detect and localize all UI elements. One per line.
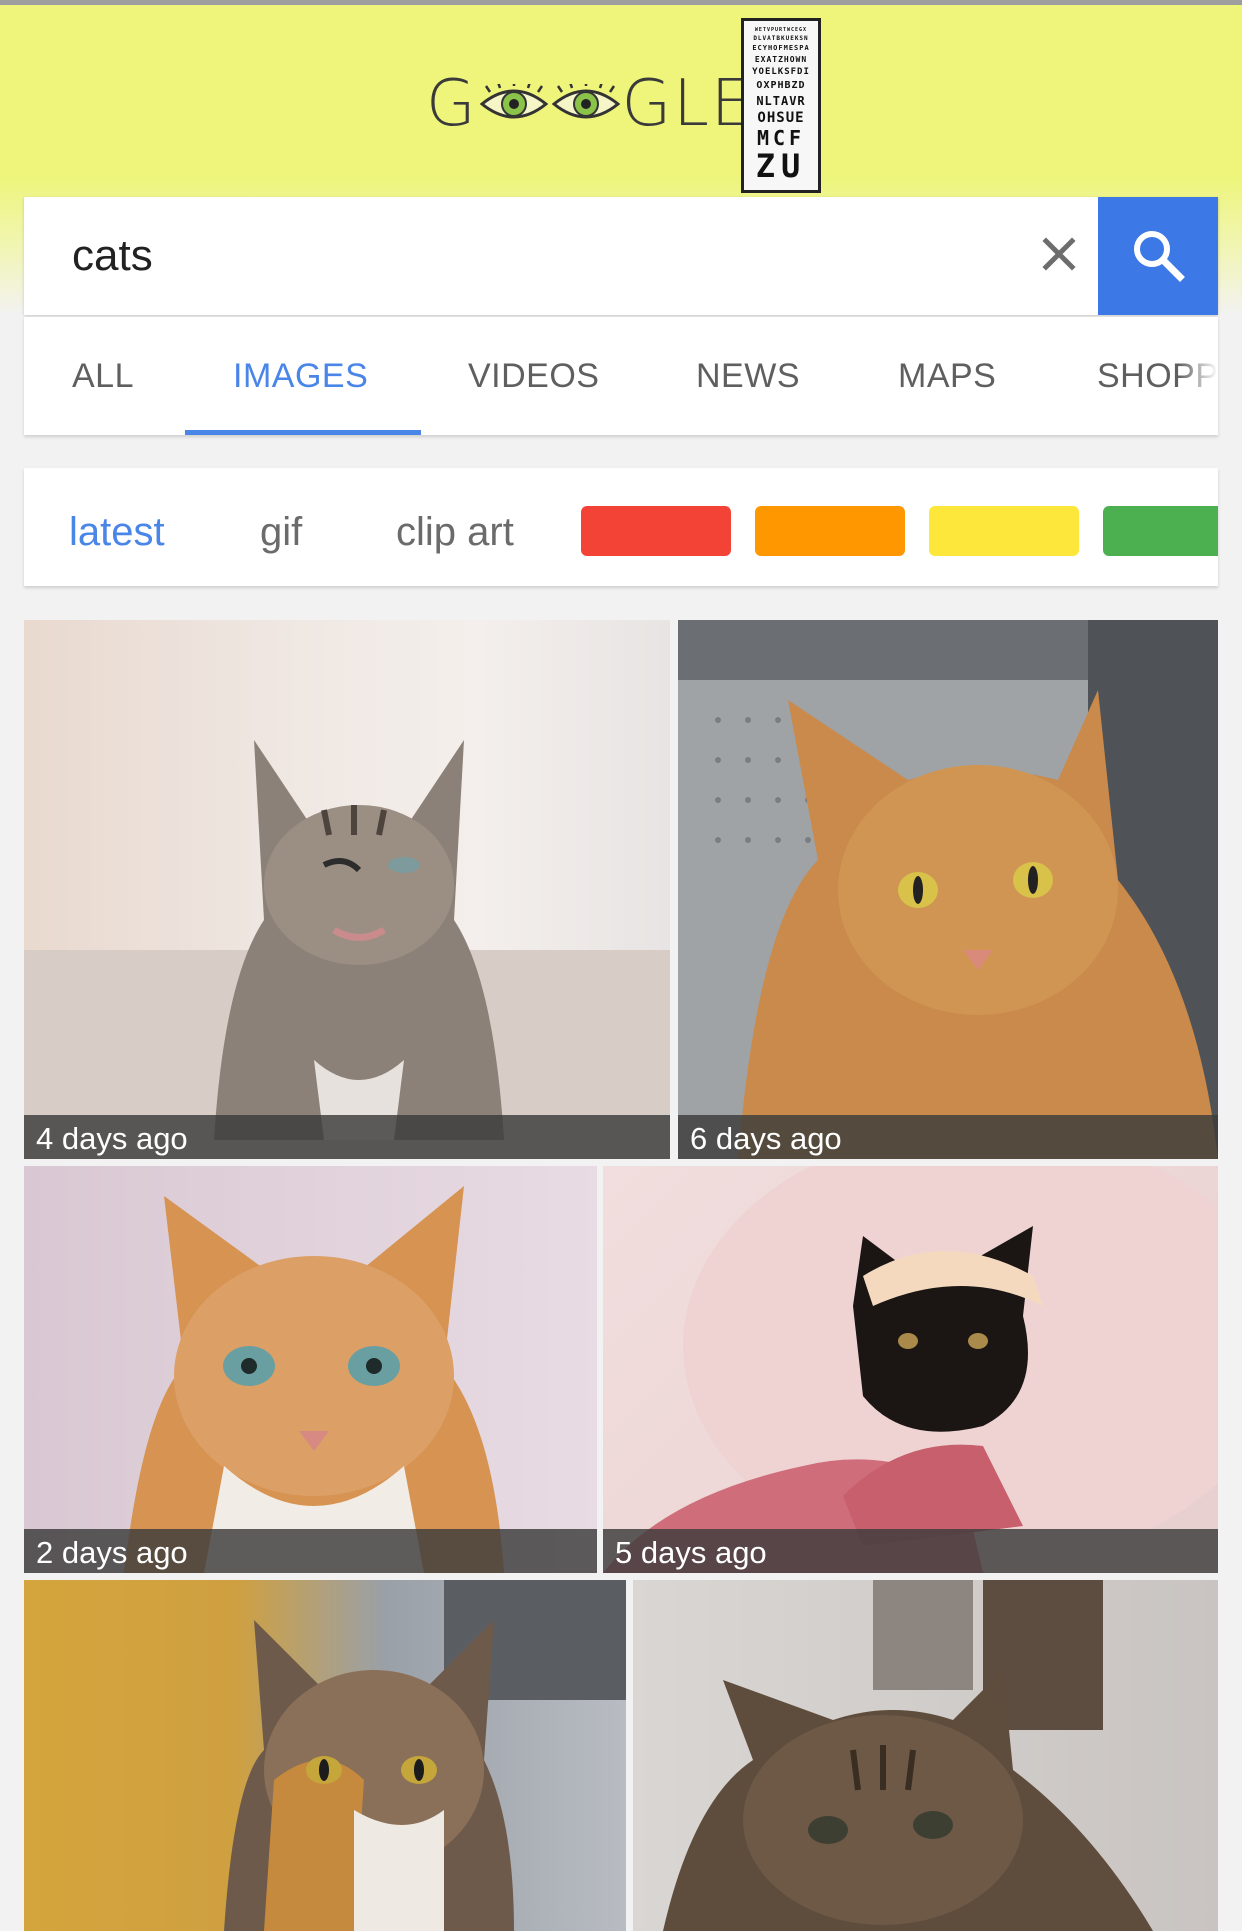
orange-cat-image — [678, 620, 1218, 1159]
eye-chart-row: EXATZHOWN — [754, 55, 808, 64]
eye-chart-row: OXPHBZD — [756, 80, 806, 91]
eye-chart-row: NLTAVR — [756, 94, 806, 108]
calico-cat-image — [224, 1580, 626, 1931]
result-timestamp: 4 days ago — [24, 1115, 670, 1159]
color-swatch-orange[interactable] — [755, 506, 905, 556]
black-kitten-image — [603, 1166, 1218, 1573]
image-result[interactable] — [633, 1580, 1218, 1931]
filter-chips: latest gif clip art — [24, 468, 1218, 586]
result-timestamp: 2 days ago — [24, 1529, 597, 1573]
chip-gif[interactable]: gif — [260, 510, 302, 555]
search-tabs: ALL IMAGES VIDEOS NEWS MAPS SHOPP — [24, 317, 1218, 435]
image-result[interactable]: 2 days ago — [24, 1166, 597, 1573]
eye-chart-row: ZU — [755, 147, 807, 185]
result-timestamp: 6 days ago — [678, 1115, 1218, 1159]
eye-chart-row: WETVPURTWCEGX — [754, 27, 808, 33]
orange-white-cat-image — [124, 1186, 504, 1573]
color-swatch-green[interactable] — [1103, 506, 1218, 556]
chip-latest[interactable]: latest — [69, 510, 165, 555]
search-bar: cats — [24, 197, 1218, 315]
eye-chart-row: ECYHOFMESPA — [752, 44, 810, 52]
tabby-cat-image — [663, 1580, 1153, 1931]
tab-maps[interactable]: MAPS — [898, 357, 996, 396]
chip-clip-art[interactable]: clip art — [396, 510, 514, 555]
tabby-kitten-image — [24, 740, 670, 1159]
eye-chart-row: DLVATBKUEKSN — [753, 35, 809, 42]
search-input[interactable]: cats — [72, 231, 153, 281]
close-icon[interactable] — [1024, 219, 1094, 289]
image-result[interactable]: 4 days ago — [24, 620, 670, 1159]
image-result[interactable]: 5 days ago — [603, 1166, 1218, 1573]
tab-news[interactable]: NEWS — [696, 357, 800, 396]
active-tab-indicator — [185, 430, 421, 435]
tab-all[interactable]: ALL — [72, 357, 134, 396]
color-swatch-yellow[interactable] — [929, 506, 1079, 556]
eye-chart-row: OHSUE — [757, 110, 805, 126]
tab-images[interactable]: IMAGES — [233, 357, 368, 396]
logo-letter-g: G — [426, 67, 478, 141]
eye-chart-row: YOELKSFDI — [752, 67, 810, 77]
image-result[interactable] — [24, 1580, 626, 1931]
google-doodle-logo[interactable]: G GLE — [426, 67, 754, 141]
tabs-fade — [1178, 317, 1218, 435]
color-swatch-red[interactable] — [581, 506, 731, 556]
search-icon — [1134, 231, 1185, 282]
eye-chart-row: MCF — [756, 126, 806, 150]
eye-chart-logo: WETVPURTWCEGX DLVATBKUEKSN ECYHOFMESPA E… — [741, 18, 821, 193]
eye-icon — [479, 84, 548, 119]
image-result[interactable]: 6 days ago — [678, 620, 1218, 1159]
eye-icon — [551, 84, 620, 119]
search-button[interactable] — [1098, 197, 1218, 315]
tab-videos[interactable]: VIDEOS — [468, 357, 599, 396]
result-timestamp: 5 days ago — [603, 1529, 1218, 1573]
logo-letters-gle: GLE — [621, 67, 754, 141]
